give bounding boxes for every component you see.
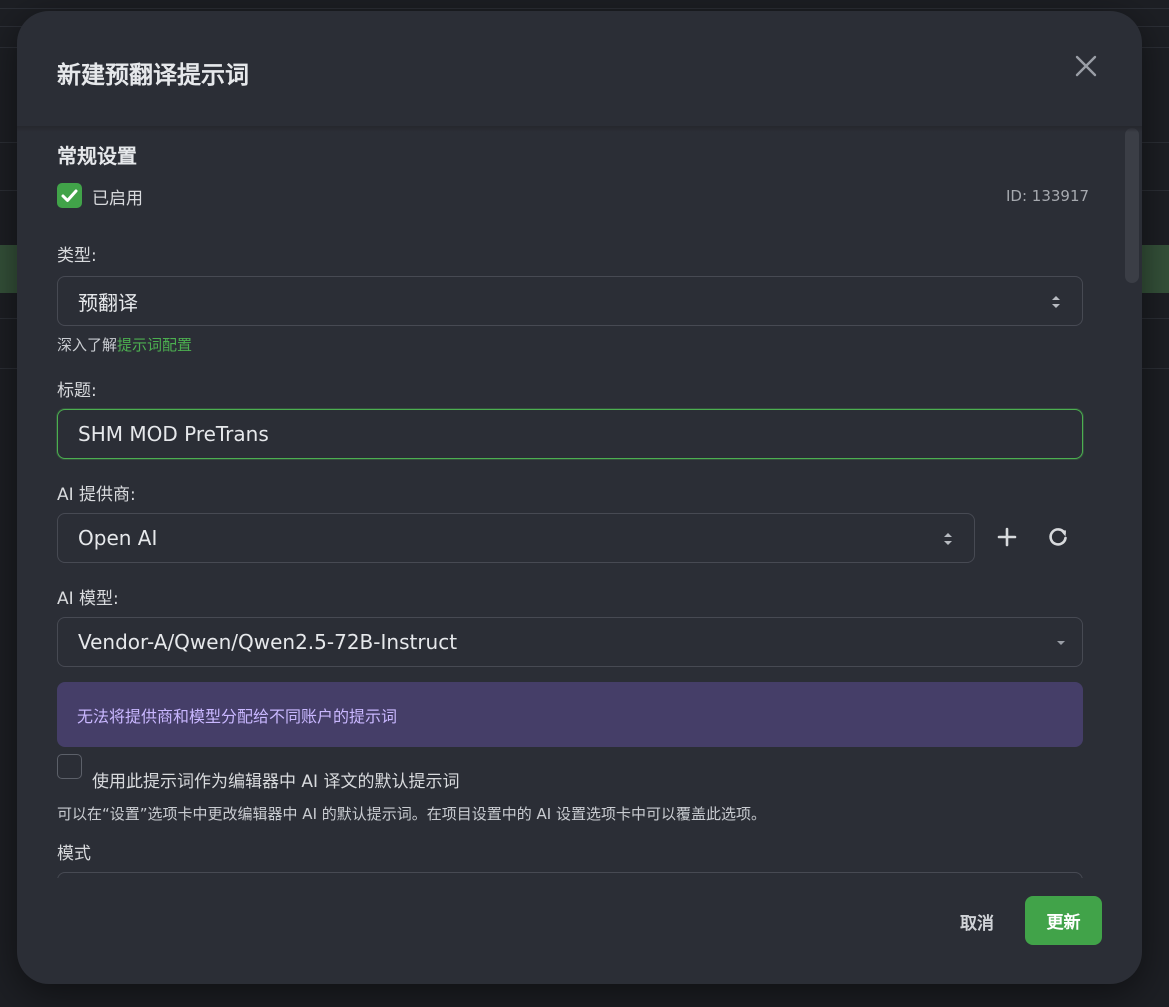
default-prompt-help: 可以在“设置”选项卡中更改编辑器中 AI 的默认提示词。在项目设置中的 AI 设…: [57, 805, 766, 823]
enabled-checkbox[interactable]: [57, 183, 82, 208]
update-button[interactable]: 更新: [1025, 896, 1102, 945]
add-provider-icon[interactable]: [992, 522, 1022, 552]
enabled-label: 已启用: [92, 189, 143, 209]
learn-more-text: 深入了解提示词配置: [57, 334, 192, 355]
refresh-icon[interactable]: [1043, 522, 1073, 552]
bg-divider: [0, 8, 1169, 9]
default-prompt-checkbox[interactable]: [57, 754, 82, 779]
model-select-value: Vendor-A/Qwen/Qwen2.5-72B-Instruct: [78, 630, 458, 654]
learn-more-prefix: 深入了解: [57, 336, 118, 354]
provider-select-value: Open AI: [78, 526, 158, 550]
type-select[interactable]: 预翻译: [57, 276, 1083, 326]
title-label: 标题:: [57, 381, 97, 401]
default-prompt-label: 使用此提示词作为编辑器中 AI 译文的默认提示词: [92, 772, 460, 792]
mode-select[interactable]: [57, 872, 1083, 878]
provider-notice: 无法将提供商和模型分配给不同账户的提示词: [57, 682, 1083, 747]
dialog-body[interactable]: 常规设置 已启用 ID: 133917 类型: 预翻译 深入了解提示词配置 标题…: [17, 126, 1124, 878]
check-icon: [61, 189, 78, 202]
prompt-id: ID: 133917: [1006, 187, 1090, 205]
type-select-value: 预翻译: [78, 290, 138, 315]
dialog-title: 新建预翻译提示词: [57, 61, 249, 89]
prompt-config-link[interactable]: 提示词配置: [117, 336, 192, 354]
chevron-down-icon: [1057, 641, 1065, 645]
prompt-dialog: 新建预翻译提示词 常规设置 已启用 ID: 133917 类型: 预翻译 深入了…: [17, 11, 1142, 984]
model-select[interactable]: Vendor-A/Qwen/Qwen2.5-72B-Instruct: [57, 617, 1083, 667]
title-input[interactable]: SHM MOD PreTrans: [57, 409, 1083, 459]
header-divider: [17, 126, 1142, 132]
updown-icon: [1052, 296, 1060, 308]
provider-label: AI 提供商:: [57, 485, 136, 505]
type-label: 类型:: [57, 246, 97, 266]
cancel-button[interactable]: 取消: [946, 903, 1008, 939]
scrollbar-thumb[interactable]: [1125, 128, 1139, 283]
title-input-value: SHM MOD PreTrans: [78, 422, 269, 446]
provider-notice-text: 无法将提供商和模型分配给不同账户的提示词: [77, 706, 398, 726]
section-title: 常规设置: [57, 144, 137, 168]
model-label: AI 模型:: [57, 589, 119, 609]
dialog-header: 新建预翻译提示词: [17, 11, 1142, 128]
mode-label: 模式: [57, 844, 91, 864]
updown-icon: [944, 533, 952, 545]
provider-select[interactable]: Open AI: [57, 513, 975, 563]
close-icon[interactable]: [1073, 53, 1099, 79]
